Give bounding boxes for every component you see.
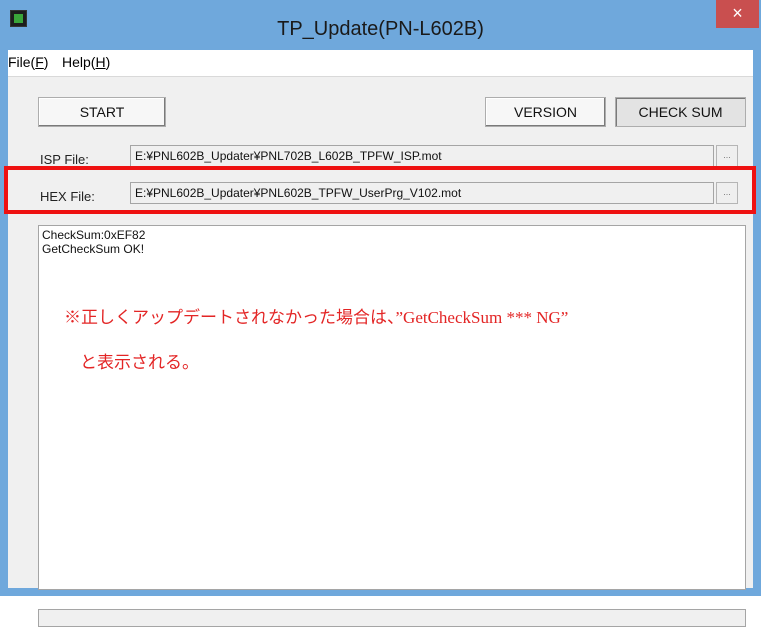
checksum-button[interactable]: CHECK SUM — [615, 97, 746, 127]
menu-help-accesskey: H — [95, 54, 106, 70]
close-button[interactable]: × — [716, 0, 759, 28]
annotation-line-1: ※正しくアップデートされなかった場合は、”GetCheckSum *** NG” — [64, 308, 569, 327]
menu-help[interactable]: Help(H) — [62, 54, 110, 70]
annotation-line-2: と表示される。 — [80, 353, 199, 372]
menu-help-tail: ) — [105, 54, 111, 70]
menu-help-label: Help( — [62, 54, 96, 70]
app-window: TP_Update(PN-L602B) × File(F) Help(H) ST… — [0, 0, 761, 627]
title-bar[interactable]: TP_Update(PN-L602B) × — [0, 0, 761, 50]
isp-file-field[interactable]: E:¥PNL602B_Updater¥PNL702B_L602B_TPFW_IS… — [130, 145, 714, 167]
log-line: CheckSum:0xEF82 — [42, 228, 146, 242]
isp-file-label: ISP File: — [40, 152, 89, 167]
isp-browse-button[interactable]: ... — [716, 145, 738, 167]
window-title: TP_Update(PN-L602B) — [277, 18, 484, 40]
menu-file[interactable]: File(F) — [8, 54, 48, 70]
start-button[interactable]: START — [38, 97, 166, 127]
menu-file-accesskey: F — [35, 54, 44, 70]
progress-bar — [38, 609, 746, 627]
checksum-highlight-box — [4, 166, 756, 214]
log-output[interactable]: CheckSum:0xEF82 GetCheckSum OK! — [38, 225, 746, 590]
menu-file-label: File( — [8, 54, 36, 70]
log-line: GetCheckSum OK! — [42, 242, 145, 256]
menu-bar: File(F) Help(H) — [8, 50, 753, 77]
version-button[interactable]: VERSION — [485, 97, 606, 127]
menu-file-tail: ) — [43, 54, 49, 70]
